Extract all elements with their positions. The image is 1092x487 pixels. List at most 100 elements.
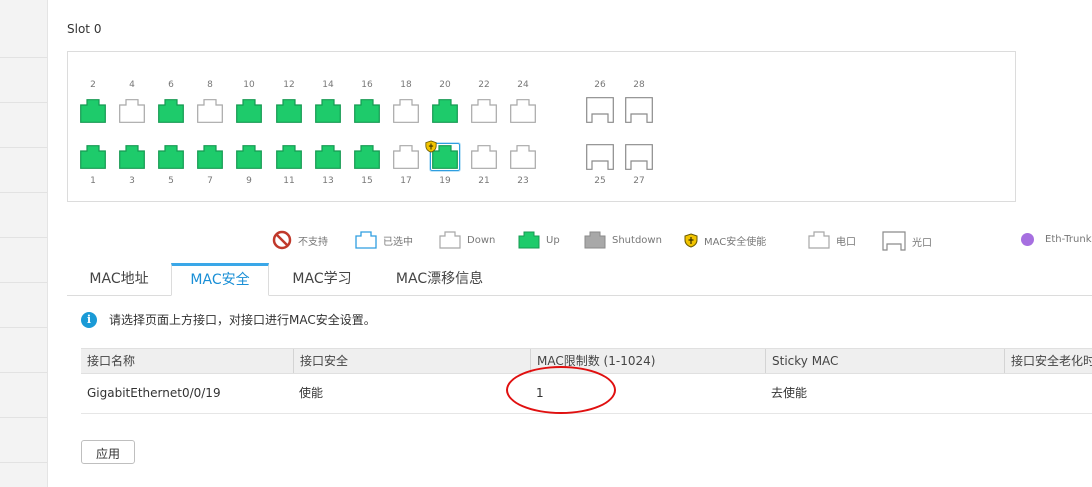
port-number-label: 16 (361, 80, 373, 90)
port-8[interactable] (197, 99, 223, 123)
sidebar-divider (0, 57, 47, 58)
tab-bar: MAC地址 MAC安全 MAC学习 MAC漂移信息 (67, 263, 1092, 296)
port-number-label: 22 (478, 80, 490, 90)
port-23[interactable] (510, 145, 536, 169)
port-2[interactable] (80, 99, 106, 123)
port-number-label: 23 (517, 176, 529, 186)
unsupported-icon (272, 230, 292, 250)
port-5[interactable] (158, 145, 184, 169)
port-number-label: 19 (439, 176, 451, 186)
legend-electrical: 电口 (808, 231, 856, 249)
sidebar-divider (0, 192, 47, 193)
port-number-label: 21 (478, 176, 490, 186)
eth-trunk-dot-icon (1021, 233, 1034, 246)
column-header[interactable]: 接口安全 (293, 349, 530, 373)
port-number-label: 2 (90, 80, 96, 90)
sidebar-divider (0, 327, 47, 328)
port-17[interactable] (393, 145, 419, 169)
cell-sticky-mac[interactable]: 去使能 (765, 374, 807, 413)
legend-eth-trunk: Eth-Trunk (1021, 233, 1091, 246)
port-3[interactable] (119, 145, 145, 169)
port-number-label: 27 (633, 176, 645, 186)
port-number-label: 14 (322, 80, 334, 90)
legend-label: 光口 (912, 237, 932, 249)
sidebar-divider (0, 147, 47, 148)
legend-label: Shutdown (612, 234, 662, 246)
port-number-label: 9 (246, 176, 252, 186)
port-12[interactable] (276, 99, 302, 123)
info-icon: i (81, 311, 97, 328)
port-number-label: 28 (633, 80, 645, 90)
tab-mac-learning[interactable]: MAC学习 (278, 264, 366, 294)
port-6[interactable] (158, 99, 184, 123)
legend-mac-secure: MAC安全使能 (684, 233, 766, 248)
port-4[interactable] (119, 99, 145, 123)
shield-icon (425, 140, 437, 153)
legend-label: MAC安全使能 (704, 237, 767, 248)
port-16[interactable] (354, 99, 380, 123)
port-22[interactable] (471, 99, 497, 123)
port-15[interactable] (354, 145, 380, 169)
tab-mac-security[interactable]: MAC安全 (171, 263, 269, 296)
optical-port-27[interactable] (625, 144, 653, 170)
cell-port-security[interactable]: 使能 (293, 374, 323, 413)
port-11[interactable] (276, 145, 302, 169)
sidebar-divider (0, 282, 47, 283)
optical-port-28[interactable] (625, 97, 653, 123)
port-24[interactable] (510, 99, 536, 123)
port-20[interactable] (432, 99, 458, 123)
column-header[interactable]: Sticky MAC (765, 349, 1000, 373)
port-number-label: 20 (439, 80, 451, 90)
port-number-label: 1 (90, 176, 96, 186)
tab-mac-address[interactable]: MAC地址 (67, 264, 171, 294)
port-21[interactable] (471, 145, 497, 169)
cell-aging[interactable] (1004, 374, 1010, 413)
port-number-label: 4 (129, 80, 135, 90)
shield-icon (684, 233, 698, 248)
column-header[interactable]: 接口名称 (81, 349, 292, 373)
optical-port-26[interactable] (586, 97, 614, 123)
legend-label: 已选中 (383, 236, 413, 248)
apply-button[interactable]: 应用 (81, 440, 135, 464)
port-up-icon (518, 231, 540, 249)
legend-unsupported: 不支持 (272, 230, 328, 250)
port-number-label: 18 (400, 80, 412, 90)
legend-down: Down (439, 231, 495, 249)
port-legend: 不支持 已选中 Down Up Shutdown MAC安全使能 电口 光口 E… (0, 230, 1092, 254)
electrical-port-icon (808, 231, 830, 249)
port-number-label: 13 (322, 176, 334, 186)
legend-label: 电口 (836, 236, 856, 248)
sidebar-divider (0, 372, 47, 373)
port-number-label: 11 (283, 176, 295, 186)
port-number-label: 25 (594, 176, 606, 186)
port-shutdown-icon (584, 231, 606, 249)
port-18[interactable] (393, 99, 419, 123)
port-number-label: 6 (168, 80, 174, 90)
port-1[interactable] (80, 145, 106, 169)
sidebar-divider (0, 462, 47, 463)
legend-label: Down (467, 234, 496, 246)
legend-selected: 已选中 (355, 231, 413, 249)
port-13[interactable] (315, 145, 341, 169)
legend-label: Up (546, 234, 560, 246)
legend-label: Eth-Trunk (1045, 234, 1092, 245)
port-7[interactable] (197, 145, 223, 169)
legend-optical: 光口 (882, 231, 932, 251)
optical-port-25[interactable] (586, 144, 614, 170)
port-number-label: 24 (517, 80, 529, 90)
tab-mac-flapping[interactable]: MAC漂移信息 (382, 264, 497, 294)
port-10[interactable] (236, 99, 262, 123)
port-number-label: 12 (283, 80, 295, 90)
port-number-label: 17 (400, 176, 412, 186)
port-19[interactable] (425, 140, 460, 171)
port-number-label: 7 (207, 176, 213, 186)
slot-title: Slot 0 (67, 22, 102, 36)
port-9[interactable] (236, 145, 262, 169)
port-14[interactable] (315, 99, 341, 123)
highlight-circle-annotation (506, 366, 616, 414)
optical-port-icon (882, 231, 906, 251)
info-text: 请选择页面上方接口，对接口进行MAC安全设置。 (109, 313, 376, 327)
column-header[interactable]: 接口安全老化时 (1004, 349, 1092, 373)
info-message: i 请选择页面上方接口，对接口进行MAC安全设置。 (81, 311, 376, 328)
port-panel: 2 4 6 8 10 12 14 16 18 20 22 24 1 3 5 7 9 11 13 15 17 19 21 23 2… (67, 51, 1016, 202)
